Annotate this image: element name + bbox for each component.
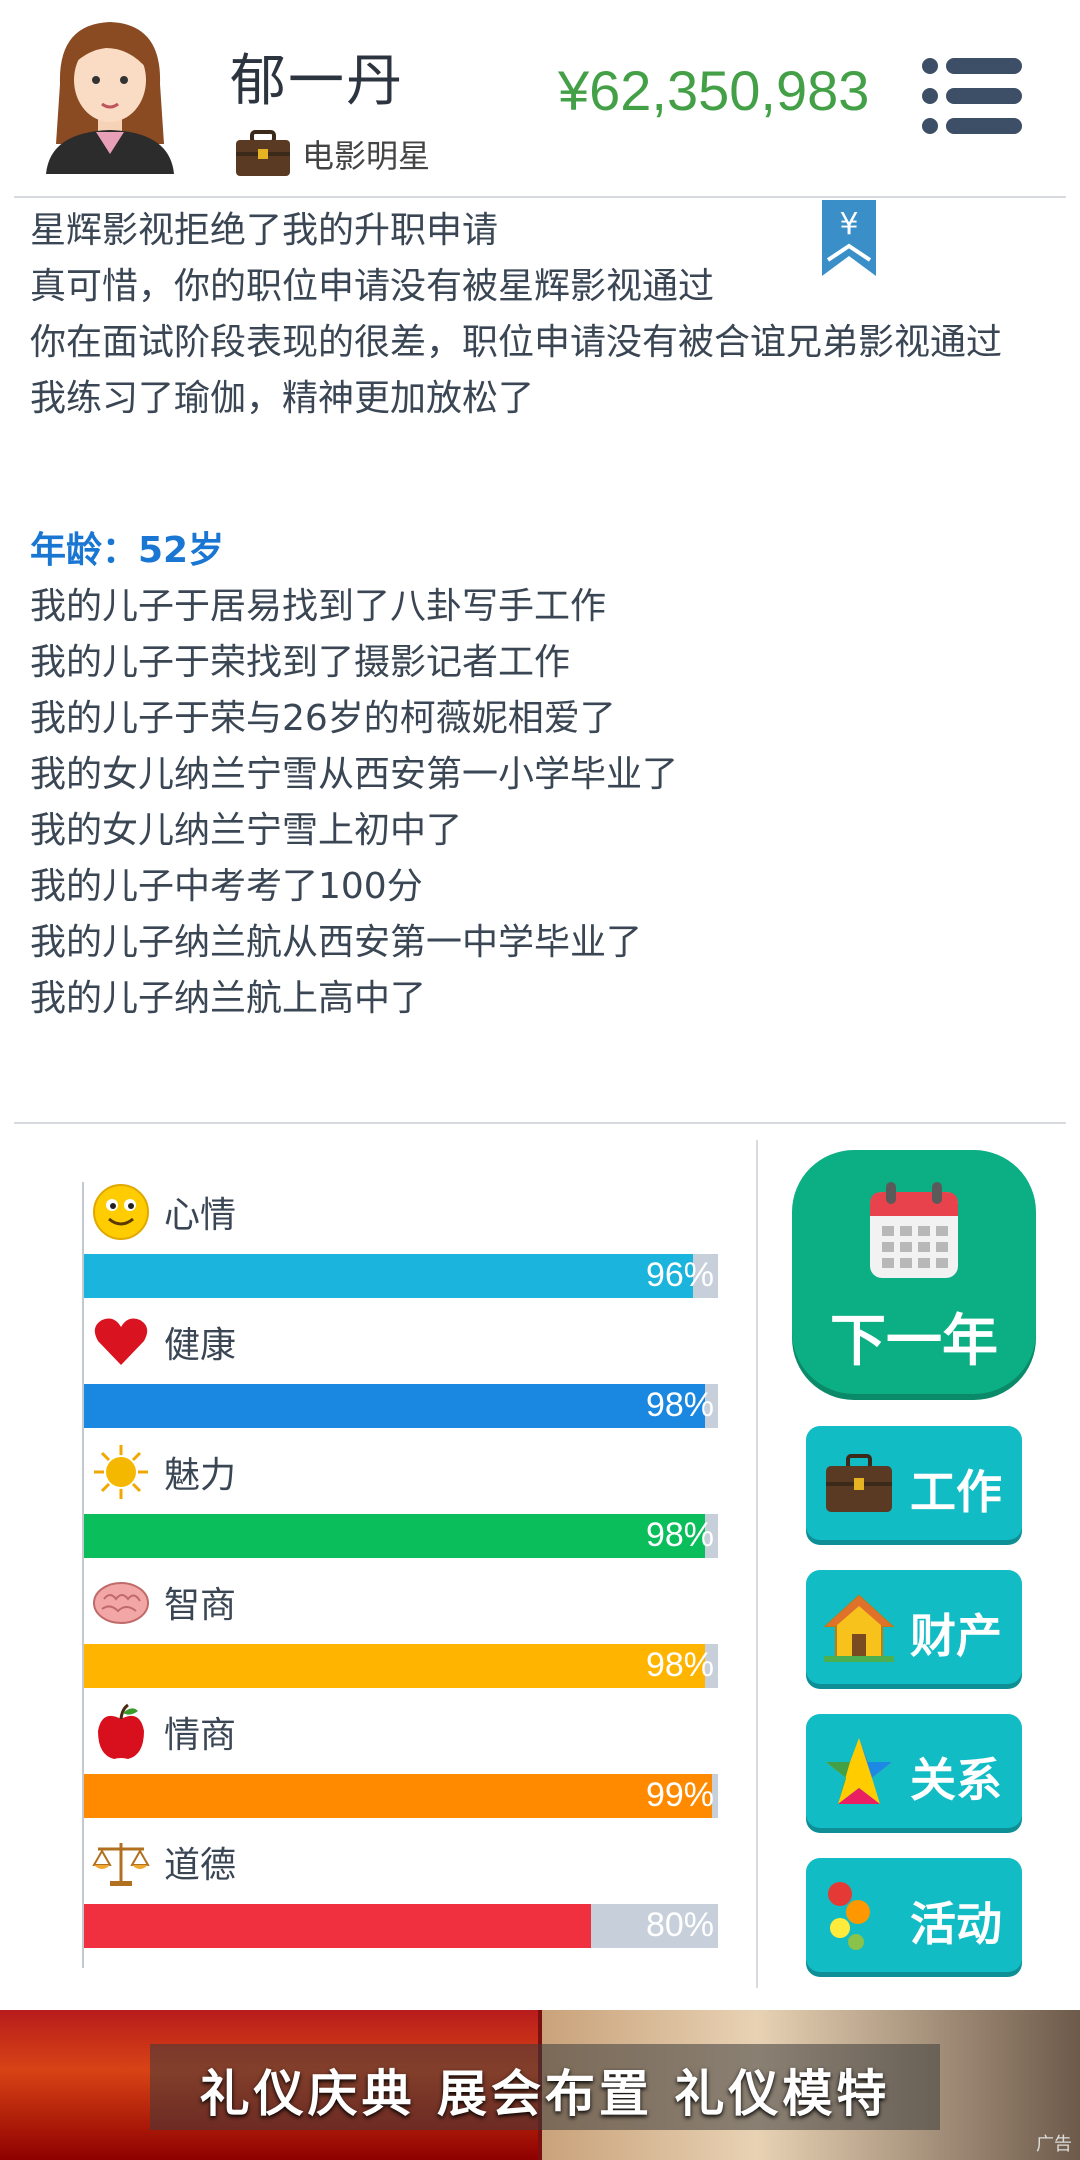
next-year-button[interactable]: 下一年	[792, 1150, 1036, 1394]
stat-label: 心情	[164, 1195, 237, 1236]
player-name: 郁一丹	[230, 49, 404, 114]
stat-bar-fill	[84, 1384, 706, 1428]
stat-bar-track: 99%	[84, 1774, 718, 1818]
stat-bar-track: 98%	[84, 1514, 718, 1558]
stat-percent: 98%	[645, 1516, 714, 1554]
stat-bar-fill	[84, 1904, 592, 1948]
apple-icon	[98, 1703, 144, 1759]
activity-label: 活动	[910, 1897, 1002, 1951]
ad-banner[interactable]: 礼仪庆典 展会布置 礼仪模特 广告	[0, 2010, 1080, 2160]
log-line: 我的女儿纳兰宁雪从西安第一小学毕业了	[30, 754, 679, 795]
log-line: 你在面试阶段表现的很差，职位申请没有被合谊兄弟影视通过	[30, 322, 1003, 363]
stat-mood: 心情 96%	[84, 1182, 724, 1312]
smiley-icon	[93, 1184, 149, 1240]
work-label: 工作	[910, 1465, 1002, 1519]
relations-button[interactable]: 关系	[806, 1714, 1022, 1828]
star-icon	[826, 1738, 892, 1804]
house-icon	[824, 1594, 894, 1662]
ad-text: 礼仪庆典 展会布置 礼仪模特	[199, 2065, 891, 2123]
age-heading: 年龄：52岁	[30, 530, 225, 571]
stat-bar-track: 98%	[84, 1644, 718, 1688]
stat-bar-track: 80%	[84, 1904, 718, 1948]
menu-icon[interactable]	[920, 56, 1024, 136]
stat-percent: 80%	[645, 1906, 714, 1944]
briefcase-icon	[826, 1454, 892, 1512]
stat-bar-fill	[84, 1644, 706, 1688]
stat-percent: 98%	[645, 1386, 714, 1424]
log-line: 我的儿子于居易找到了八卦写手工作	[30, 586, 607, 627]
stats-panel: 心情 96% 健康 98% 魅力 98% 智商 98% 情商 99% 道德 80…	[82, 1182, 722, 1968]
log-line: 我的儿子于荣与26岁的柯薇妮相爱了	[30, 698, 616, 739]
stat-label: 智商	[164, 1585, 237, 1626]
brain-icon	[93, 1582, 149, 1624]
job-row: 电影明星	[234, 130, 430, 178]
stat-bar-track: 98%	[84, 1384, 718, 1428]
stat-label: 情商	[164, 1715, 237, 1756]
log-line: 我练习了瑜伽，精神更加放松了	[30, 378, 535, 419]
log-line: 我的女儿纳兰宁雪上初中了	[30, 810, 463, 851]
stat-label: 魅力	[164, 1455, 237, 1496]
activity-button[interactable]: 活动	[806, 1858, 1022, 1972]
stat-bar-fill	[84, 1514, 706, 1558]
relations-label: 关系	[910, 1753, 1002, 1807]
header-divider	[14, 196, 1066, 198]
stat-bar-fill	[84, 1254, 693, 1298]
stat-label: 健康	[164, 1325, 237, 1366]
stat-percent: 98%	[645, 1646, 714, 1684]
stat-label: 道德	[164, 1845, 237, 1886]
sun-icon	[94, 1445, 148, 1499]
log-line: 我的儿子于荣找到了摄影记者工作	[30, 642, 571, 683]
stat-health: 健康 98%	[84, 1312, 724, 1442]
activity-dots-icon	[828, 1882, 870, 1950]
stat-bar-track: 96%	[84, 1254, 718, 1298]
work-button[interactable]: 工作	[806, 1426, 1022, 1540]
next-year-label: 下一年	[830, 1309, 998, 1374]
money-amount: ¥62,350,983	[558, 59, 870, 122]
stat-iq: 智商 98%	[84, 1572, 724, 1702]
scales-icon	[92, 1843, 150, 1886]
heart-icon	[94, 1318, 148, 1365]
log-line: 我的儿子中考考了100分	[30, 866, 423, 907]
stat-percent: 99%	[645, 1776, 714, 1814]
log-line: 星辉影视拒绝了我的升职申请	[30, 210, 499, 251]
event-log: 星辉影视拒绝了我的升职申请 真可惜，你的职位申请没有被星辉影视通过 你在面试阶段…	[30, 208, 1030, 1032]
vertical-divider	[756, 1140, 758, 1988]
section-divider	[14, 1122, 1066, 1124]
log-line: 我的儿子纳兰航上高中了	[30, 978, 427, 1019]
property-button[interactable]: 财产	[806, 1570, 1022, 1684]
property-label: 财产	[910, 1609, 1002, 1663]
stat-eq: 情商 99%	[84, 1702, 724, 1832]
avatar[interactable]	[40, 14, 180, 174]
briefcase-icon	[236, 130, 290, 176]
header: 郁一丹 电影明星 ¥62,350,983	[0, 0, 1080, 196]
job-title: 电影明星	[302, 137, 431, 175]
log-line: 真可惜，你的职位申请没有被星辉影视通过	[30, 266, 715, 307]
ad-tag: 广告	[1036, 2134, 1072, 2155]
calendar-icon	[870, 1182, 958, 1278]
log-line: 我的儿子纳兰航从西安第一中学毕业了	[30, 922, 643, 963]
stat-morality: 道德 80%	[84, 1832, 724, 1962]
stat-percent: 96%	[645, 1256, 714, 1294]
stat-charm: 魅力 98%	[84, 1442, 724, 1572]
stat-bar-fill	[84, 1774, 712, 1818]
